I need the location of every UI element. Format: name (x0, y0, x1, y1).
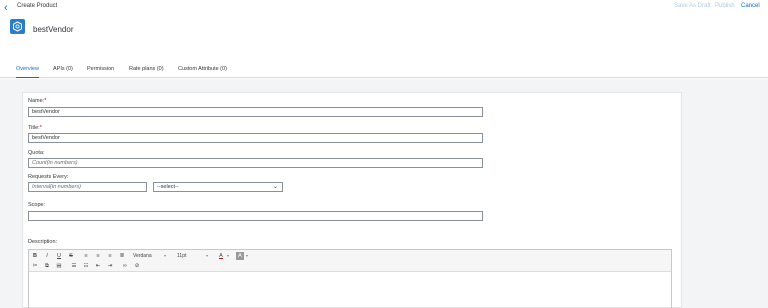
title-label: Title:* (28, 125, 42, 131)
tab-apis[interactable]: APIs (0) (53, 66, 73, 78)
top-bar: ‹ Create Product Save As Draft Publish C… (0, 0, 768, 16)
bullet-list-icon[interactable]: ☰ (70, 262, 78, 270)
cut-icon[interactable]: ✂ (31, 262, 39, 270)
italic-icon[interactable]: I (43, 252, 51, 260)
required-marker: * (39, 125, 42, 131)
publish-button[interactable]: Publish (715, 3, 735, 9)
font-size-select[interactable]: 11pt (177, 252, 186, 260)
name-label: Name:* (28, 98, 47, 104)
indent-icon[interactable]: ⇥ (106, 262, 114, 270)
form-card: Name:* bestVendor Title:* bestVendor Quo… (22, 92, 682, 308)
align-justify-icon[interactable]: ≣ (118, 252, 126, 260)
required-marker: * (44, 98, 47, 104)
paste-icon[interactable]: ▤ (55, 262, 63, 270)
chevron-down-icon: ⌄ (272, 184, 278, 190)
tab-custom-attribute[interactable]: Custom Attribute (0) (178, 66, 227, 78)
chevron-down-icon: ▾ (227, 253, 230, 258)
page-title: Create Product (17, 3, 58, 9)
bold-icon[interactable]: B (31, 252, 39, 260)
align-center-icon[interactable]: ≡ (94, 252, 102, 260)
highlight-color-icon[interactable]: A (236, 252, 244, 260)
cancel-button[interactable]: Cancel (741, 3, 760, 9)
select-value: --select-- (157, 184, 179, 190)
content-area: Name:* bestVendor Title:* bestVendor Quo… (0, 79, 768, 308)
text-color-icon[interactable]: A (217, 252, 225, 260)
numbered-list-icon[interactable]: ☷ (82, 262, 90, 270)
title-input[interactable]: bestVendor (28, 133, 483, 143)
align-right-icon[interactable]: ≡ (106, 252, 114, 260)
tab-rate-plans[interactable]: Rate plans (0) (129, 66, 164, 78)
chevron-down-icon: ▾ (246, 253, 249, 258)
unlink-icon[interactable]: ⊘ (133, 262, 141, 270)
interval-input[interactable]: Interval(in numbers) (28, 182, 147, 192)
product-name: bestVendor (33, 25, 74, 34)
font-family-select[interactable]: Verdana (133, 252, 152, 260)
requests-every-label: Requests Every: (28, 174, 69, 180)
editor-toolbar: B I U S ≡ ≡ ≡ ≣ Verdana ▾ 11pt ▾ A ▾ A ▾… (29, 250, 671, 272)
strikethrough-icon[interactable]: S (67, 252, 75, 260)
chevron-down-icon: ▾ (206, 253, 209, 258)
name-input[interactable]: bestVendor (28, 107, 483, 117)
outdent-icon[interactable]: ⇤ (94, 262, 102, 270)
chevron-down-icon: ▾ (164, 253, 167, 258)
interval-unit-select[interactable]: --select-- ⌄ (153, 182, 283, 192)
object-header: bestVendor Overview APIs (0) Permission … (0, 16, 768, 78)
quota-label: Quota: (28, 150, 45, 156)
save-as-draft-button[interactable]: Save As Draft (674, 3, 711, 9)
align-left-icon[interactable]: ≡ (82, 252, 90, 260)
description-label: Description: (28, 239, 58, 245)
back-arrow-icon[interactable]: ‹ (4, 2, 14, 14)
underline-icon[interactable]: U (55, 252, 63, 260)
quota-input[interactable]: Count(in numbers) (28, 158, 483, 168)
tab-overview[interactable]: Overview (16, 66, 39, 78)
copy-icon[interactable]: ⧉ (43, 262, 51, 270)
scope-input[interactable] (28, 211, 483, 221)
link-icon[interactable]: ∞ (121, 262, 129, 270)
description-editor[interactable]: B I U S ≡ ≡ ≡ ≣ Verdana ▾ 11pt ▾ A ▾ A ▾… (28, 249, 672, 308)
tab-permission[interactable]: Permission (87, 66, 114, 78)
scope-label: Scope: (28, 202, 46, 208)
product-logo-icon (10, 19, 25, 34)
